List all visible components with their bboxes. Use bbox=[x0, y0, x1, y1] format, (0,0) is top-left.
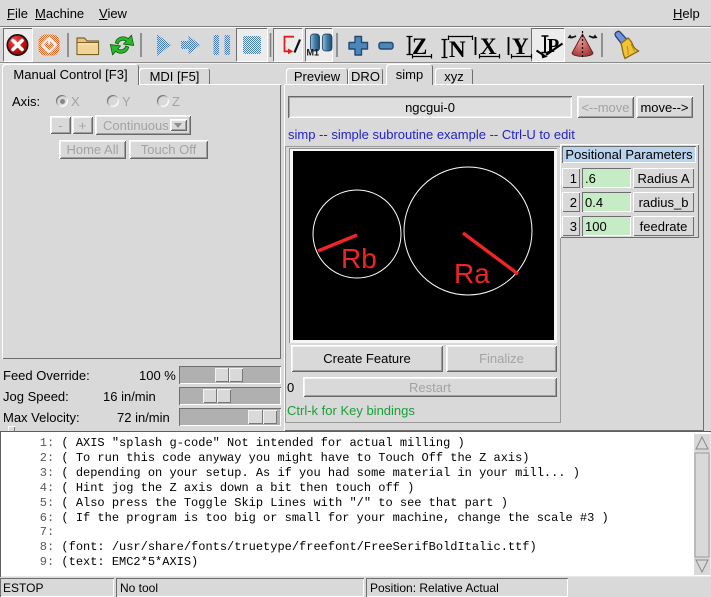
svg-text:M1: M1 bbox=[307, 48, 320, 58]
svg-text:Rb: Rb bbox=[341, 243, 377, 274]
svg-text:N: N bbox=[449, 37, 466, 62]
svg-text:Ra: Ra bbox=[454, 258, 490, 289]
svg-text:X: X bbox=[480, 34, 497, 59]
svg-text:Z: Z bbox=[412, 34, 427, 59]
svg-text:Y: Y bbox=[512, 34, 529, 59]
